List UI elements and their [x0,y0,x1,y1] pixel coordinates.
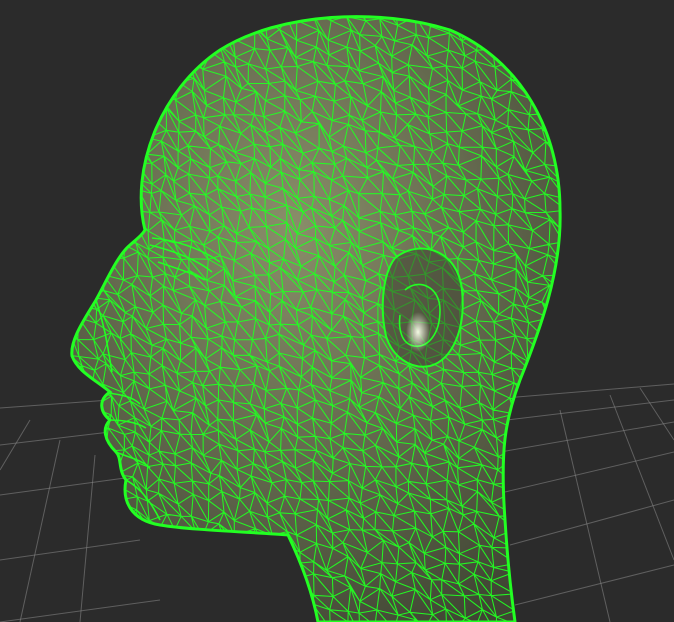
3d-viewport[interactable] [0,0,674,622]
grid-line [609,394,674,561]
grid-line [19,439,61,622]
specular-highlight [406,312,430,352]
grid-line [559,409,611,622]
grid-line [489,399,674,423]
grid-line [499,421,674,453]
grid-line [514,564,674,606]
grid-line [639,387,674,441]
grid-line [0,539,141,561]
scene-canvas[interactable] [0,0,674,622]
grid-line [504,451,674,493]
grid-line [0,419,31,471]
grid-line [509,499,674,546]
head-mesh[interactable] [56,0,584,622]
grid-line [0,399,111,409]
ear [381,247,464,368]
grid-line [79,454,96,622]
grid-line [0,477,126,496]
